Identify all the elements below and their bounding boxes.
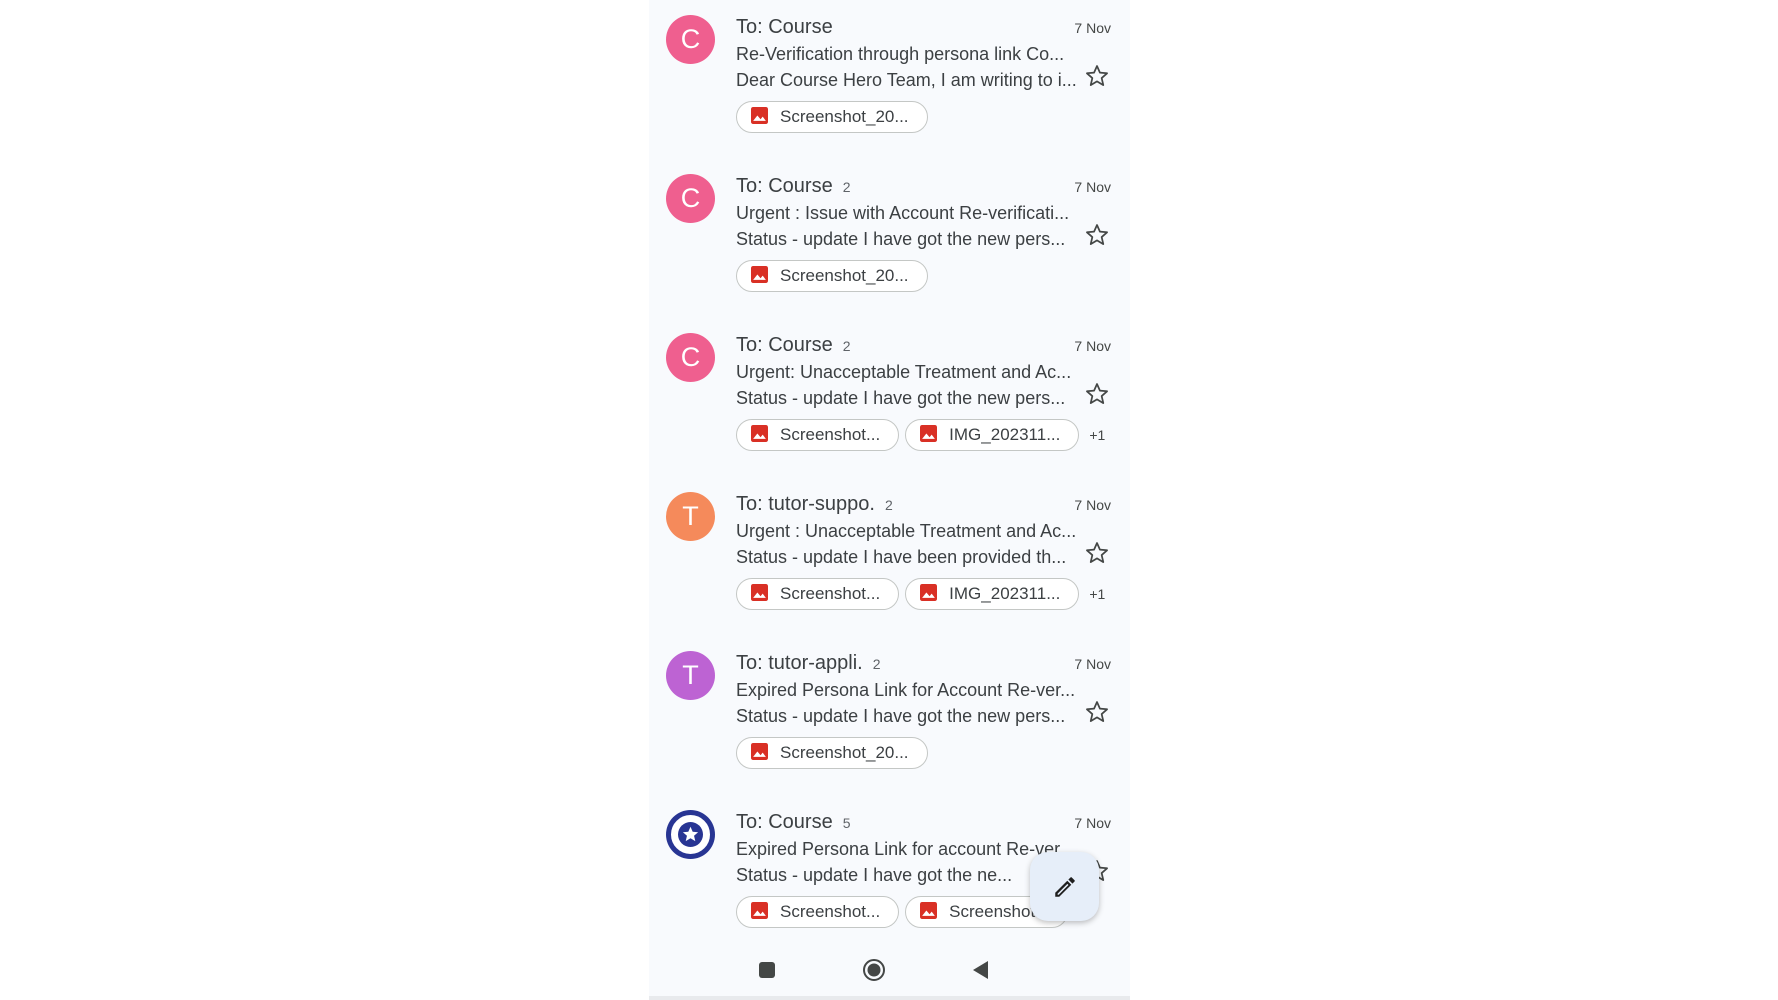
email-date: 7 Nov <box>1074 656 1111 672</box>
email-date: 7 Nov <box>1074 497 1111 513</box>
thread-count: 2 <box>842 338 851 354</box>
thread-count: 2 <box>872 656 881 672</box>
attachment-chip[interactable]: IMG_202311... <box>905 419 1080 451</box>
email-snippet: Dear Course Hero Team, I am writing to i… <box>736 70 1076 90</box>
email-sender: To: Course 5 <box>736 811 851 833</box>
email-snippet: Status - update I have got the new pers.… <box>736 706 1066 726</box>
image-file-icon <box>920 902 938 920</box>
email-date: 7 Nov <box>1074 815 1111 831</box>
email-snippet: Status - update I have got the new pers.… <box>736 229 1066 249</box>
attachment-chip[interactable]: Screenshot_20... <box>736 260 928 292</box>
email-sender: To: Course <box>736 16 833 38</box>
attachment-name: Screenshot_20... <box>780 107 909 126</box>
thread-count: 2 <box>842 179 851 195</box>
email-subject: Expired Persona Link for Account Re-ver.… <box>736 680 1076 700</box>
email-snippet: Status - update I have got the new pers.… <box>736 388 1066 408</box>
avatar[interactable]: T <box>666 492 715 541</box>
star-logo-icon <box>678 822 703 847</box>
star-icon[interactable] <box>1084 63 1110 89</box>
star-icon[interactable] <box>1084 540 1110 566</box>
image-file-icon <box>751 425 768 443</box>
email-subject: Urgent : Issue with Account Re-verificat… <box>736 203 1070 223</box>
avatar[interactable]: C <box>666 174 715 223</box>
pencil-icon <box>1055 877 1075 897</box>
email-date: 7 Nov <box>1074 179 1111 195</box>
avatar[interactable]: C <box>666 333 715 382</box>
more-attachments-count: +1 <box>1089 427 1106 443</box>
image-file-icon <box>751 743 768 761</box>
email-subject: Urgent : Unacceptable Treatment and Ac..… <box>736 521 1076 541</box>
attachment-name: Screenshot... <box>780 902 881 921</box>
email-item[interactable]: C To: Course 2 7 Nov Urgent: Unacceptable… <box>649 318 1130 478</box>
star-icon[interactable] <box>1084 381 1110 407</box>
email-subject: Urgent: Unacceptable Treatment and Ac... <box>736 362 1072 382</box>
home-circle-icon[interactable] <box>862 958 886 982</box>
attachment-name: Screenshot_20... <box>780 266 909 285</box>
email-snippet: Status - update I have got the ne... <box>736 865 1013 885</box>
compose-button[interactable] <box>1030 852 1099 921</box>
email-item[interactable]: T To: tutor-appli. 2 7 Nov Expired Person… <box>649 636 1130 796</box>
recents-square-icon[interactable] <box>755 958 779 982</box>
email-item[interactable]: C To: Course 7 Nov Re-Verification throu… <box>649 0 1130 160</box>
email-date: 7 Nov <box>1074 20 1111 36</box>
email-list-screen: C To: Course 7 Nov Re-Verification throu… <box>649 0 1130 1000</box>
email-item[interactable]: T To: tutor-suppo. 2 7 Nov Urgent : Unacc… <box>649 477 1130 637</box>
email-subject: Expired Persona Link for account Re-ver.… <box>736 839 1075 859</box>
attachment-name: IMG_202311... <box>949 584 1061 603</box>
email-sender: To: tutor-appli. 2 <box>736 652 881 674</box>
attachment-chip[interactable]: Screenshot... <box>736 578 900 610</box>
back-triangle-icon[interactable] <box>969 958 993 982</box>
image-file-icon <box>751 107 768 125</box>
image-file-icon <box>751 584 768 602</box>
attachment-chip[interactable]: Screenshot_20... <box>736 737 928 769</box>
image-file-icon <box>751 902 768 920</box>
avatar[interactable]: T <box>666 651 715 700</box>
star-icon[interactable] <box>1084 699 1110 725</box>
image-file-icon <box>920 584 938 602</box>
email-snippet: Status - update I have been provided th.… <box>736 547 1067 567</box>
attachment-chip[interactable]: Screenshot... <box>736 896 900 928</box>
email-sender: To: tutor-suppo. 2 <box>736 493 893 515</box>
email-item[interactable]: C To: Course 2 7 Nov Urgent : Issue with … <box>649 159 1130 319</box>
attachment-chip[interactable]: Screenshot... <box>736 419 900 451</box>
attachment-name: IMG_202311... <box>949 425 1061 444</box>
image-file-icon <box>920 425 938 443</box>
attachment-name: Screenshot_20... <box>780 743 909 762</box>
image-file-icon <box>751 266 768 284</box>
email-sender: To: Course 2 <box>736 334 851 356</box>
thread-count: 2 <box>884 497 893 513</box>
bottom-divider <box>649 996 1130 1000</box>
star-icon[interactable] <box>1084 222 1110 248</box>
email-sender: To: Course 2 <box>736 175 851 197</box>
more-attachments-count: +1 <box>1089 586 1106 602</box>
attachment-chip[interactable]: IMG_202311... <box>905 578 1080 610</box>
avatar[interactable] <box>666 810 715 859</box>
thread-count: 5 <box>842 815 851 831</box>
email-subject: Re-Verification through persona link Co.… <box>736 44 1065 64</box>
avatar[interactable]: C <box>666 15 715 64</box>
attachment-chip[interactable]: Screenshot_20... <box>736 101 928 133</box>
system-nav-bar <box>649 940 1130 996</box>
attachment-name: Screenshot... <box>780 425 881 444</box>
attachment-name: Screenshot... <box>780 584 881 603</box>
email-date: 7 Nov <box>1074 338 1111 354</box>
